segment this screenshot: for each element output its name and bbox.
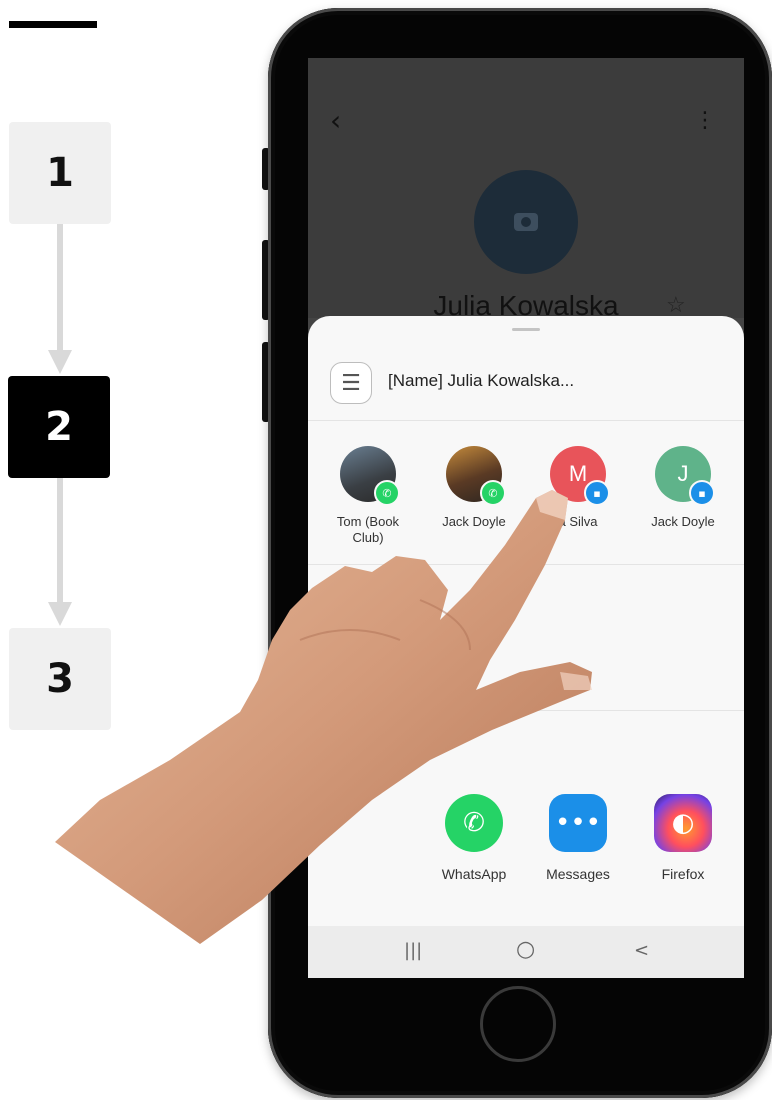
- direct-share-contacts: ✆ Tom (Book Club) ✆ Jack Doyle M ▪ a Silv…: [308, 422, 744, 565]
- arrow-down-icon: [48, 602, 72, 626]
- share-preview-text: [Name] Julia Kowalska...: [388, 371, 575, 390]
- contact-avatar: [474, 170, 578, 274]
- contact-label: Jack Doyle: [651, 514, 715, 529]
- contact-m-silva[interactable]: M ▪ a Silva: [526, 446, 630, 530]
- app-label: WhatsApp: [441, 866, 507, 882]
- step-connector: [57, 478, 63, 602]
- more-options-icon[interactable]: ⋮: [694, 108, 716, 133]
- contact-label: Jack Doyle: [442, 514, 506, 529]
- avatar: ✆: [340, 446, 400, 506]
- back-arrow-icon[interactable]: ‹: [330, 104, 341, 137]
- contact-label: a Silva: [558, 514, 598, 529]
- nav-back-icon[interactable]: <: [634, 940, 649, 961]
- app-messages[interactable]: ••• Messages: [526, 794, 630, 882]
- camera-icon: [514, 213, 538, 231]
- avatar: ✆: [446, 446, 506, 506]
- step-connector: [57, 224, 63, 350]
- contact-tom-book-club[interactable]: ✆ Tom (Book Club): [316, 446, 420, 546]
- app-label: Messages: [546, 866, 610, 882]
- avatar: M ▪: [550, 446, 610, 506]
- sheet-handle[interactable]: [512, 328, 540, 331]
- phone-home-button[interactable]: [480, 986, 556, 1062]
- arrow-down-icon: [48, 350, 72, 374]
- system-nav-bar: ||| ○ <: [308, 926, 744, 978]
- app-firefox[interactable]: ◐ Firefox: [631, 794, 735, 882]
- contact-jack-doyle-whatsapp[interactable]: ✆ Jack Doyle: [422, 446, 526, 530]
- document-icon: ☰: [330, 362, 372, 404]
- step-1: 1: [9, 122, 111, 224]
- app-whatsapp[interactable]: ✆ WhatsApp: [422, 794, 526, 882]
- avatar: J ▪: [655, 446, 715, 506]
- share-preview: ☰ [Name] Julia Kowalska...: [308, 346, 744, 421]
- whatsapp-badge-icon: ✆: [374, 480, 400, 506]
- top-rule: [9, 21, 97, 28]
- whatsapp-badge-icon: ✆: [480, 480, 506, 506]
- share-sheet: ☰ [Name] Julia Kowalska... ✆ Tom (Book Cl…: [308, 316, 744, 978]
- whatsapp-icon: ✆: [445, 794, 503, 852]
- messages-badge-icon: ▪: [689, 480, 715, 506]
- step-3: 3: [9, 628, 111, 730]
- home-icon[interactable]: ○: [516, 937, 535, 962]
- firefox-icon: ◐: [654, 794, 712, 852]
- share-actions-area: [308, 566, 744, 711]
- recents-icon[interactable]: |||: [404, 940, 422, 961]
- app-label: Firefox: [661, 866, 705, 882]
- messages-icon: •••: [549, 794, 607, 852]
- contact-label: Tom (Book Club): [336, 514, 400, 545]
- step-2-active: 2: [8, 376, 110, 478]
- phone-screen: ‹ ⋮ Julia Kowalska ☆ ☰ [Name] Julia Kowa…: [308, 58, 744, 978]
- star-icon[interactable]: ☆: [666, 292, 686, 318]
- messages-badge-icon: ▪: [584, 480, 610, 506]
- contact-jack-doyle-messages[interactable]: J ▪ Jack Doyle: [631, 446, 735, 530]
